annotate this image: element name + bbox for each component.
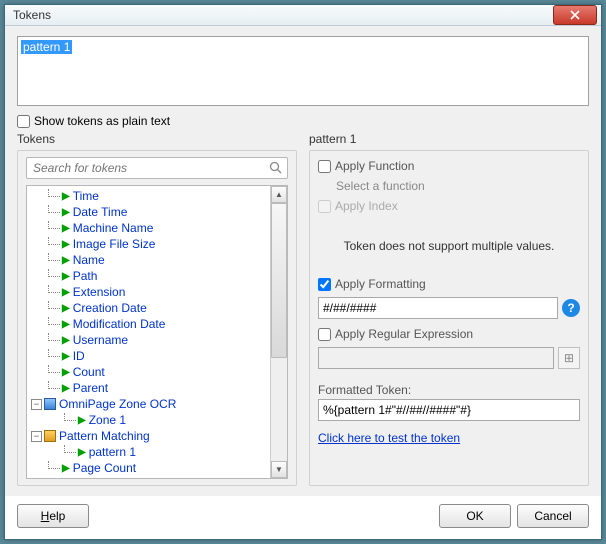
properties-column: pattern 1 Apply Function Select a functi…	[309, 132, 589, 486]
apply-regex-label: Apply Regular Expression	[335, 327, 473, 341]
token-machine[interactable]: ▶Machine Name	[27, 220, 270, 236]
scroll-down-button[interactable]: ▼	[271, 461, 287, 478]
token-parent[interactable]: ▶Parent	[27, 380, 270, 396]
apply-regex-checkbox[interactable]	[318, 328, 331, 341]
token-filesize[interactable]: ▶Image File Size	[27, 236, 270, 252]
tree-scrollbar[interactable]: ▲ ▼	[270, 186, 287, 478]
token-extension[interactable]: ▶Extension	[27, 284, 270, 300]
module-icon	[44, 398, 56, 410]
show-plain-checkbox[interactable]	[17, 115, 30, 128]
search-icon	[269, 161, 283, 175]
token-path[interactable]: ▶Path	[27, 268, 270, 284]
regex-builder-button[interactable]: ⊞	[558, 347, 580, 369]
token-username[interactable]: ▶Username	[27, 332, 270, 348]
tokens-group: ▶Time ▶Date Time ▶Machine Name ▶Image Fi…	[17, 150, 297, 486]
formatting-input[interactable]	[318, 297, 558, 319]
token-omnipage[interactable]: −OmniPage Zone OCR	[27, 396, 270, 412]
window-title: Tokens	[13, 8, 553, 22]
scroll-thumb[interactable]	[271, 203, 287, 358]
select-function-label: Select a function	[336, 179, 580, 193]
show-plain-row: Show tokens as plain text	[17, 114, 589, 128]
token-creation[interactable]: ▶Creation Date	[27, 300, 270, 316]
token-name[interactable]: ▶Name	[27, 252, 270, 268]
show-plain-label: Show tokens as plain text	[34, 114, 170, 128]
scroll-track[interactable]	[271, 203, 287, 461]
properties-group-label: pattern 1	[309, 132, 589, 146]
close-icon	[570, 10, 580, 20]
regex-input	[318, 347, 554, 369]
titlebar: Tokens	[5, 5, 601, 26]
scroll-up-button[interactable]: ▲	[271, 186, 287, 203]
properties-group: Apply Function Select a function Apply I…	[309, 150, 589, 486]
apply-index-label: Apply Index	[335, 199, 398, 213]
help-button[interactable]: HHelpelp	[17, 504, 89, 528]
tokens-column: Tokens ▶Time ▶Date Time ▶Machine Name ▶I…	[17, 132, 297, 486]
help-icon[interactable]: ?	[562, 299, 580, 317]
cancel-button[interactable]: Cancel	[517, 504, 589, 528]
token-pagecount[interactable]: ▶Page Count	[27, 460, 270, 476]
dialog-content: pattern 1 Show tokens as plain text Toke…	[5, 26, 601, 496]
test-token-link[interactable]: Click here to test the token	[318, 431, 580, 445]
expander-omnipage[interactable]: −	[31, 399, 42, 410]
tokens-dialog: Tokens pattern 1 Show tokens as plain te…	[4, 4, 602, 540]
token-expression-field[interactable]: pattern 1	[17, 36, 589, 106]
apply-function-label: Apply Function	[335, 159, 414, 173]
expander-pattern[interactable]: −	[31, 431, 42, 442]
close-button[interactable]	[553, 5, 597, 25]
apply-formatting-checkbox[interactable]	[318, 278, 331, 291]
apply-function-checkbox[interactable]	[318, 160, 331, 173]
token-chip-pattern1[interactable]: pattern 1	[21, 40, 72, 54]
tokens-group-label: Tokens	[17, 132, 297, 146]
token-time[interactable]: ▶Time	[27, 188, 270, 204]
dialog-footer: HHelpelp OK Cancel	[5, 496, 601, 540]
token-search-input[interactable]	[31, 160, 269, 176]
token-modification[interactable]: ▶Modification Date	[27, 316, 270, 332]
no-multi-message: Token does not support multiple values.	[318, 239, 580, 253]
token-datetime[interactable]: ▶Date Time	[27, 204, 270, 220]
module-icon	[44, 430, 56, 442]
ok-button[interactable]: OK	[439, 504, 511, 528]
token-tree-container: ▶Time ▶Date Time ▶Machine Name ▶Image Fi…	[26, 185, 288, 479]
token-id[interactable]: ▶ID	[27, 348, 270, 364]
token-tree[interactable]: ▶Time ▶Date Time ▶Machine Name ▶Image Fi…	[27, 186, 270, 478]
formatted-token-output[interactable]	[318, 399, 580, 421]
token-zone1[interactable]: ▶Zone 1	[27, 412, 270, 428]
token-patternmatch[interactable]: −Pattern Matching	[27, 428, 270, 444]
token-pattern1[interactable]: ▶pattern 1	[27, 444, 270, 460]
apply-formatting-label: Apply Formatting	[335, 277, 426, 291]
formatted-token-label: Formatted Token:	[318, 383, 580, 397]
token-count[interactable]: ▶Count	[27, 364, 270, 380]
columns: Tokens ▶Time ▶Date Time ▶Machine Name ▶I…	[17, 132, 589, 486]
token-search[interactable]	[26, 157, 288, 179]
apply-index-checkbox	[318, 200, 331, 213]
